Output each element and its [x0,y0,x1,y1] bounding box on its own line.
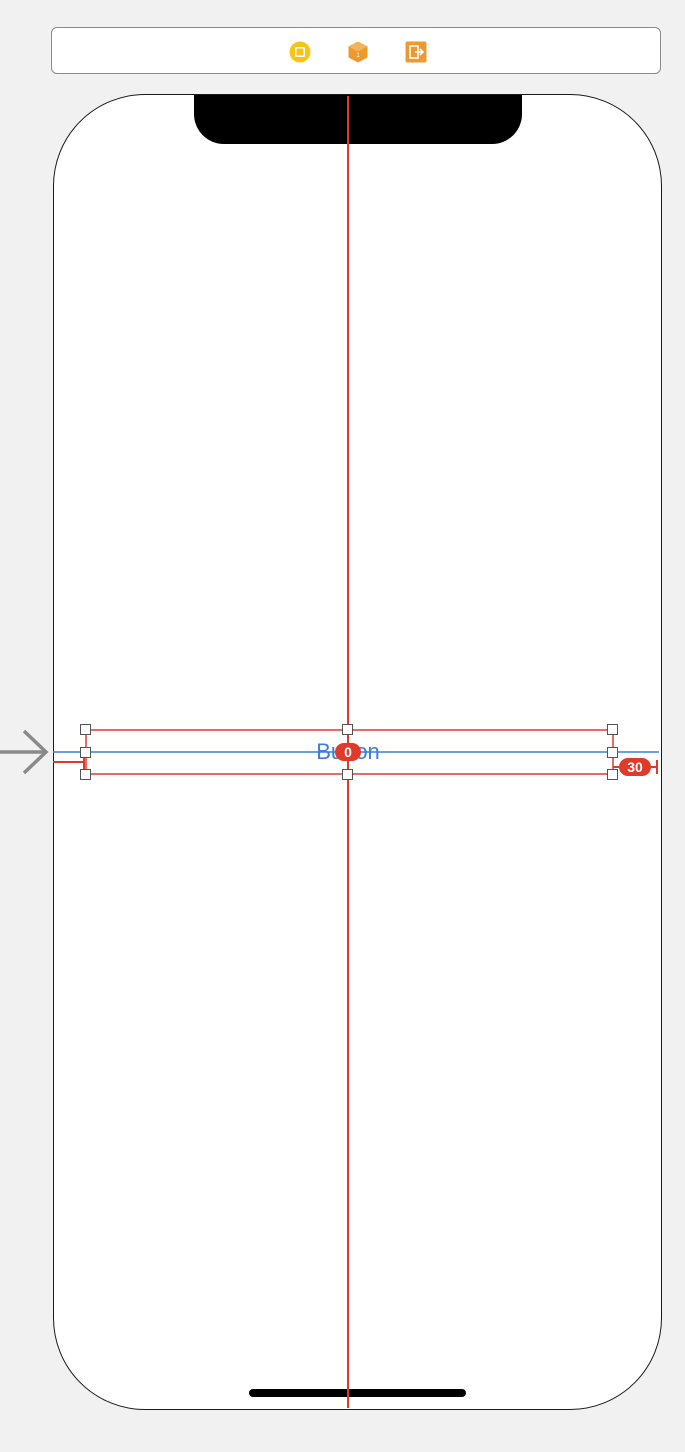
resize-handle-top-left[interactable] [80,724,91,735]
storyboard-canvas: 1 0 30 [0,0,685,1452]
resize-handle-top-center[interactable] [342,724,353,735]
resize-handle-bottom-center[interactable] [342,769,353,780]
view-controller-icon[interactable] [288,40,312,64]
resize-handle-middle-left[interactable] [80,747,91,758]
center-constraint-badge[interactable]: 0 [335,743,361,761]
entry-point-arrow-icon[interactable] [0,728,50,776]
resize-handle-bottom-left[interactable] [80,769,91,780]
device-notch [194,95,522,144]
resize-handle-top-right[interactable] [607,724,618,735]
home-indicator [249,1389,466,1397]
trailing-constraint-badge[interactable]: 30 [619,758,651,776]
exit-icon[interactable] [404,40,428,64]
first-responder-icon[interactable]: 1 [346,40,370,64]
scene-dock: 1 [51,27,661,74]
resize-handle-bottom-right[interactable] [607,769,618,780]
resize-handle-middle-right[interactable] [607,747,618,758]
